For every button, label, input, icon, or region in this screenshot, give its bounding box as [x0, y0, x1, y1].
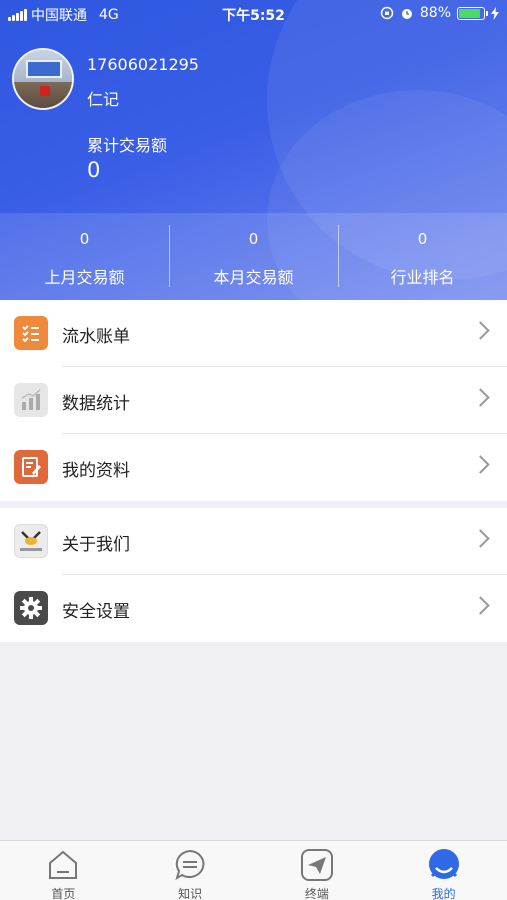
tab-terminal[interactable]: 终端	[254, 841, 381, 900]
menu-item-label: 数据统计	[62, 394, 130, 414]
chevron-right-icon	[471, 596, 490, 615]
chevron-right-icon	[471, 388, 490, 407]
phone-number: 17606021295	[87, 55, 199, 74]
total-transaction-label: 累计交易额	[87, 136, 168, 155]
menu-item-label: 流水账单	[62, 327, 130, 347]
chevron-right-icon	[471, 529, 490, 548]
menu-item-statistics[interactable]: 数据统计	[0, 367, 507, 434]
stats-bar: 0 上月交易额 0 本月交易额 0 行业排名	[0, 213, 507, 300]
menu-group-secondary: 关于我们 安全设置	[0, 508, 507, 642]
menu-item-bill[interactable]: 流水账单	[0, 300, 507, 367]
status-bar: 中国联通 4G 下午5:52 88%	[0, 0, 507, 28]
stat-label: 本月交易额	[213, 268, 294, 287]
total-transaction-value: 0	[87, 158, 101, 182]
stat-label: 上月交易额	[44, 268, 125, 287]
tab-label: 终端	[304, 887, 329, 900]
tab-knowledge[interactable]: 知识	[127, 841, 254, 900]
stat-value: 0	[417, 230, 428, 248]
alarm-icon	[401, 9, 412, 19]
tab-home[interactable]: 首页	[0, 841, 127, 900]
home-icon	[49, 850, 78, 879]
profile-edit-icon	[14, 450, 48, 484]
rotation-lock-icon	[380, 6, 394, 20]
avatar[interactable]	[12, 48, 74, 110]
menu-item-label: 我的资料	[62, 461, 130, 481]
menu-item-security[interactable]: 安全设置	[0, 575, 507, 642]
bar-chart-icon	[14, 383, 48, 417]
tab-mine[interactable]: 我的	[380, 841, 507, 900]
gear-icon	[14, 591, 48, 625]
stat-industry-rank: 0 行业排名	[338, 213, 507, 300]
menu-group-main: 流水账单 数据统计 我的资料	[0, 300, 507, 501]
charging-icon	[491, 6, 499, 20]
user-name: 仁记	[87, 90, 120, 109]
stat-last-month: 0 上月交易额	[0, 213, 169, 300]
stat-label: 行业排名	[390, 268, 455, 287]
company-logo-icon	[14, 524, 48, 558]
tab-bar: 首页 知识 终端 我的	[0, 840, 507, 900]
message-icon	[175, 849, 205, 881]
tab-label: 我的	[431, 887, 456, 900]
stat-value: 0	[248, 230, 259, 248]
profile-header: 中国联通 4G 下午5:52 88% 17606021295 仁记 累计交易额 …	[0, 0, 507, 300]
send-icon	[300, 849, 333, 881]
user-icon	[428, 849, 459, 879]
chevron-right-icon	[471, 455, 490, 474]
battery-icon	[457, 6, 488, 20]
menu-item-profile[interactable]: 我的资料	[0, 434, 507, 501]
menu-item-label: 关于我们	[62, 535, 130, 555]
menu-item-label: 安全设置	[62, 602, 130, 622]
chevron-right-icon	[471, 321, 490, 340]
menu-item-about[interactable]: 关于我们	[0, 508, 507, 575]
battery-percent: 88%	[419, 5, 451, 21]
stat-value: 0	[79, 230, 90, 248]
tab-label: 首页	[51, 887, 76, 900]
tab-label: 知识	[178, 887, 203, 900]
stat-this-month: 0 本月交易额	[169, 213, 338, 300]
bill-list-icon	[14, 316, 48, 350]
